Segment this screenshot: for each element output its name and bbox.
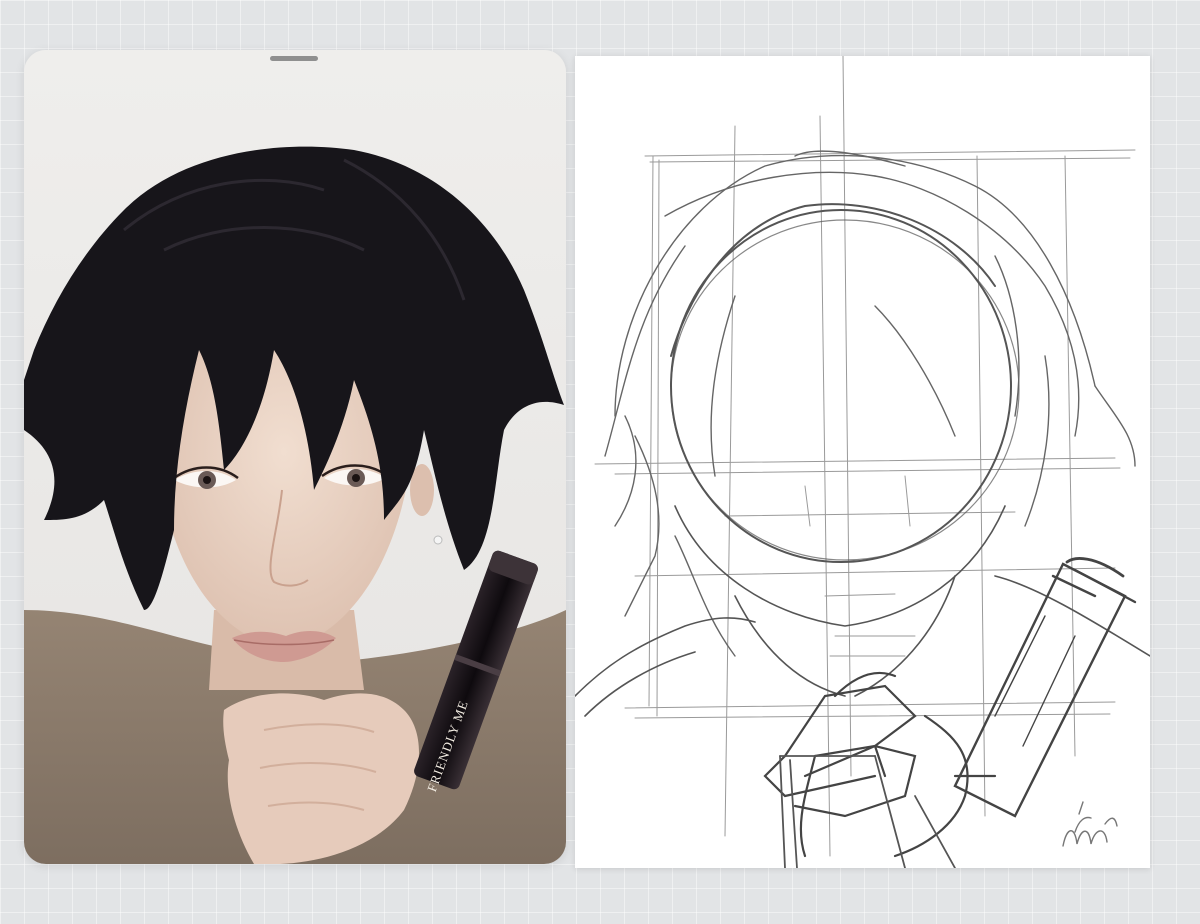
shoulder-sketch bbox=[575, 575, 1150, 717]
earring bbox=[433, 535, 443, 545]
artist-signature bbox=[1062, 801, 1118, 847]
hand-sketch bbox=[763, 671, 997, 858]
sleeve-sketch bbox=[779, 755, 956, 868]
pencil-sketch bbox=[575, 56, 1150, 868]
drag-handle-icon[interactable] bbox=[270, 56, 318, 61]
reference-photo bbox=[24, 50, 566, 864]
sketch-canvas[interactable] bbox=[575, 56, 1150, 868]
jaw-construction bbox=[674, 505, 1006, 697]
reference-photo-panel[interactable]: FRIENDLY ME bbox=[24, 50, 566, 864]
